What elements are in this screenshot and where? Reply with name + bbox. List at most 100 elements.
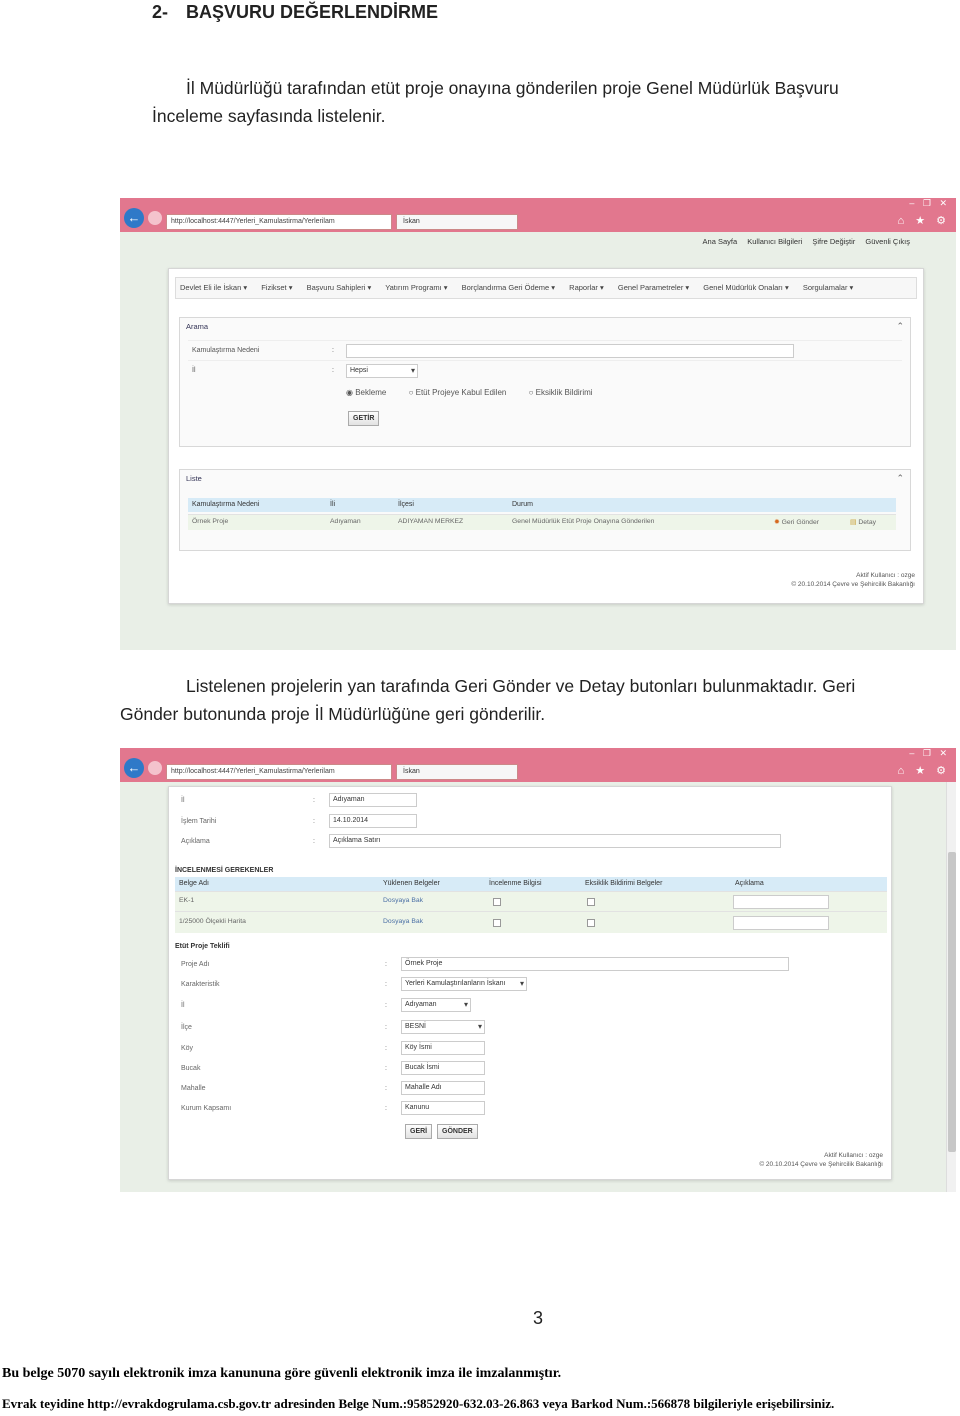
forward-arrow-icon[interactable] [148, 211, 162, 225]
send-back-icon: ✹ [774, 519, 780, 526]
screenshot-application-list: ← http://localhost:4447/Yerleri_Kamulast… [120, 198, 956, 650]
proposal-label: Karakteristik [181, 981, 220, 988]
menu-item-raporlar[interactable]: Raporlar ▾ [569, 283, 604, 292]
page-footer: Aktif Kullanıcı : ozge © 20.10.2014 Çevr… [759, 1151, 883, 1169]
active-user: Aktif Kullanıcı : ozge [856, 572, 915, 579]
province-select[interactable]: Hepsi [346, 364, 418, 378]
page-footer: Aktif Kullanıcı : ozge © 20.10.2014 Çevr… [791, 571, 915, 589]
copyright: © 20.10.2014 Çevre ve Şehircilik Bakanlı… [791, 581, 915, 588]
menu-item-borclandirma[interactable]: Borçlandırma Geri Ödeme ▾ [462, 283, 555, 292]
page-area: Ana Sayfa Kullanıcı Bilgileri Şifre Deği… [120, 232, 956, 650]
browser-titlebar: ← http://localhost:4447/Yerleri_Kamulast… [120, 748, 956, 782]
reviewed-checkbox[interactable] [493, 898, 501, 906]
back-arrow-icon[interactable]: ← [124, 208, 144, 228]
browser-toolbar-icons[interactable]: ⌂ ★ ⚙ [898, 764, 950, 777]
proposal-label: Köy [181, 1045, 194, 1052]
menu-item-sorgulamalar[interactable]: Sorgulamalar ▾ [803, 283, 853, 292]
doc-name: 1/25000 Ölçekli Harita [179, 918, 246, 925]
detail-button[interactable]: ▤ Detay [850, 518, 876, 526]
deficiency-checkbox[interactable] [587, 919, 595, 927]
table-cell: Genel Müdürlük Etüt Proje Onayına Gönder… [512, 518, 655, 525]
field-label: Kamulaştırma Nedeni [192, 347, 260, 354]
field-label: İl [192, 367, 196, 374]
window-controls[interactable]: – ❐ ✕ [909, 198, 950, 209]
browser-toolbar-icons[interactable]: ⌂ ★ ⚙ [898, 214, 950, 227]
proposal-label: İl [181, 1002, 185, 1009]
institution-scope-input[interactable]: Kanunu [401, 1101, 485, 1115]
page-number: 3 [533, 1308, 544, 1328]
column-header: İncelenme Bilgisi [489, 880, 542, 887]
table-row: EK-1 Dosyaya Bak [175, 891, 887, 911]
radio-deficiency[interactable]: ○ Eksiklik Bildirimi [529, 388, 603, 397]
menu-item-fiziksel[interactable]: Fizikset ▾ [261, 283, 292, 292]
table-cell: Adıyaman [330, 518, 361, 525]
date-value: 14.10.2014 [329, 814, 417, 828]
send-button[interactable]: GÖNDER [437, 1124, 478, 1139]
back-button[interactable]: GERİ [405, 1124, 433, 1139]
section-heading: 2- BAŞVURU DEĞERLENDİRME [152, 2, 438, 23]
neighborhood-input[interactable]: Mahalle Adı [401, 1081, 485, 1095]
menu-item-genel-mudurluk[interactable]: Genel Müdürlük Onaları ▾ [703, 283, 788, 292]
docs-table-header: Belge Adı Yüklenen Belgeler İncelenme Bi… [175, 877, 887, 891]
menu-item-yatirim[interactable]: Yatırım Programı ▾ [385, 283, 447, 292]
view-file-link[interactable]: Dosyaya Bak [383, 918, 423, 925]
collapse-icon[interactable]: ⌃ [896, 473, 904, 484]
vertical-scrollbar[interactable] [946, 782, 956, 1192]
address-bar[interactable]: http://localhost:4447/Yerleri_Kamulastir… [166, 764, 392, 780]
column-header: İli [330, 501, 336, 508]
view-file-link[interactable]: Dosyaya Bak [383, 897, 423, 904]
column-header: Açıklama [735, 880, 764, 887]
form-row-province: İl : Hepsi [188, 360, 902, 380]
browser-tab[interactable]: İskan [396, 214, 518, 230]
project-name-input[interactable]: Örnek Proje [401, 957, 789, 971]
doc-name: EK-1 [179, 897, 195, 904]
column-header: Eksiklik Bildirimi Belgeler [585, 880, 663, 887]
logout-link[interactable]: Güvenli Çıkış [865, 237, 910, 246]
reason-input[interactable] [346, 344, 794, 358]
menu-item-devlet[interactable]: Devlet Eli ile İskan ▾ [180, 283, 247, 292]
reviewed-checkbox[interactable] [493, 919, 501, 927]
document-icon: ▤ [850, 519, 857, 526]
menu-item-basvuru[interactable]: Başvuru Sahipleri ▾ [307, 283, 372, 292]
section-title: BAŞVURU DEĞERLENDİRME [186, 2, 439, 22]
page-area: İl : Adıyaman İşlem Tarihi : 14.10.2014 … [120, 782, 956, 1192]
proposal-label: İlçe [181, 1024, 192, 1031]
characteristic-select[interactable]: Yerleri Kamulaştırılanların İskanı [401, 977, 527, 991]
proposal-label: Kurum Kapsamı [181, 1105, 232, 1112]
status-radio-group: ◉ Bekleme ○ Etüt Projeye Kabul Edilen ○ … [346, 388, 613, 397]
list-panel: Liste ⌃ Kamulaştırma Nedeni İli İlçesi D… [179, 469, 911, 551]
address-bar[interactable]: http://localhost:4447/Yerleri_Kamulastir… [166, 214, 392, 230]
paragraph-2-line-2: Gönder butonunda proje İl Müdürlüğüne ge… [120, 704, 546, 724]
table-cell: ADIYAMAN MERKEZ [398, 518, 464, 525]
radio-waiting[interactable]: ◉ Bekleme [346, 388, 396, 397]
note-input[interactable] [733, 916, 829, 930]
collapse-icon[interactable]: ⌃ [896, 321, 904, 332]
user-info-link[interactable]: Kullanıcı Bilgileri [747, 237, 802, 246]
list-panel-title: Liste [186, 474, 202, 483]
main-content-card: Devlet Eli ile İskan ▾ Fizikset ▾ Başvur… [168, 268, 924, 604]
browser-tab[interactable]: İskan [396, 764, 518, 780]
home-link[interactable]: Ana Sayfa [703, 237, 738, 246]
column-header: Durum [512, 501, 534, 508]
column-header: Belge Adı [179, 880, 209, 887]
paragraph-2-line-1: Listelenen projelerin yan tarafında Geri… [186, 676, 856, 696]
district-select[interactable]: BESNİ [401, 1020, 485, 1034]
scrollbar-thumb[interactable] [948, 852, 956, 1152]
radio-accepted[interactable]: ○ Etüt Projeye Kabul Edilen [409, 388, 517, 397]
back-arrow-icon[interactable]: ← [124, 758, 144, 778]
change-password-link[interactable]: Şifre Değiştir [812, 237, 855, 246]
note-input[interactable] [733, 895, 829, 909]
menu-item-parametreler[interactable]: Genel Parametreler ▾ [618, 283, 689, 292]
proposal-label: Mahalle [181, 1085, 206, 1092]
detail-content-card: İl : Adıyaman İşlem Tarihi : 14.10.2014 … [168, 786, 892, 1180]
deficiency-checkbox[interactable] [587, 898, 595, 906]
send-back-button[interactable]: ✹ Geri Gönder [774, 518, 819, 526]
signature-notice: Bu belge 5070 sayılı elektronik imza kan… [2, 1366, 562, 1381]
forward-arrow-icon[interactable] [148, 761, 162, 775]
province-select[interactable]: Adıyaman [401, 998, 471, 1012]
town-input[interactable]: Bucak İsmi [401, 1061, 485, 1075]
window-controls[interactable]: – ❐ ✕ [909, 748, 950, 759]
fetch-button[interactable]: GETİR [348, 411, 380, 426]
village-input[interactable]: Köy İsmi [401, 1041, 485, 1055]
list-table-header: Kamulaştırma Nedeni İli İlçesi Durum [188, 498, 896, 512]
